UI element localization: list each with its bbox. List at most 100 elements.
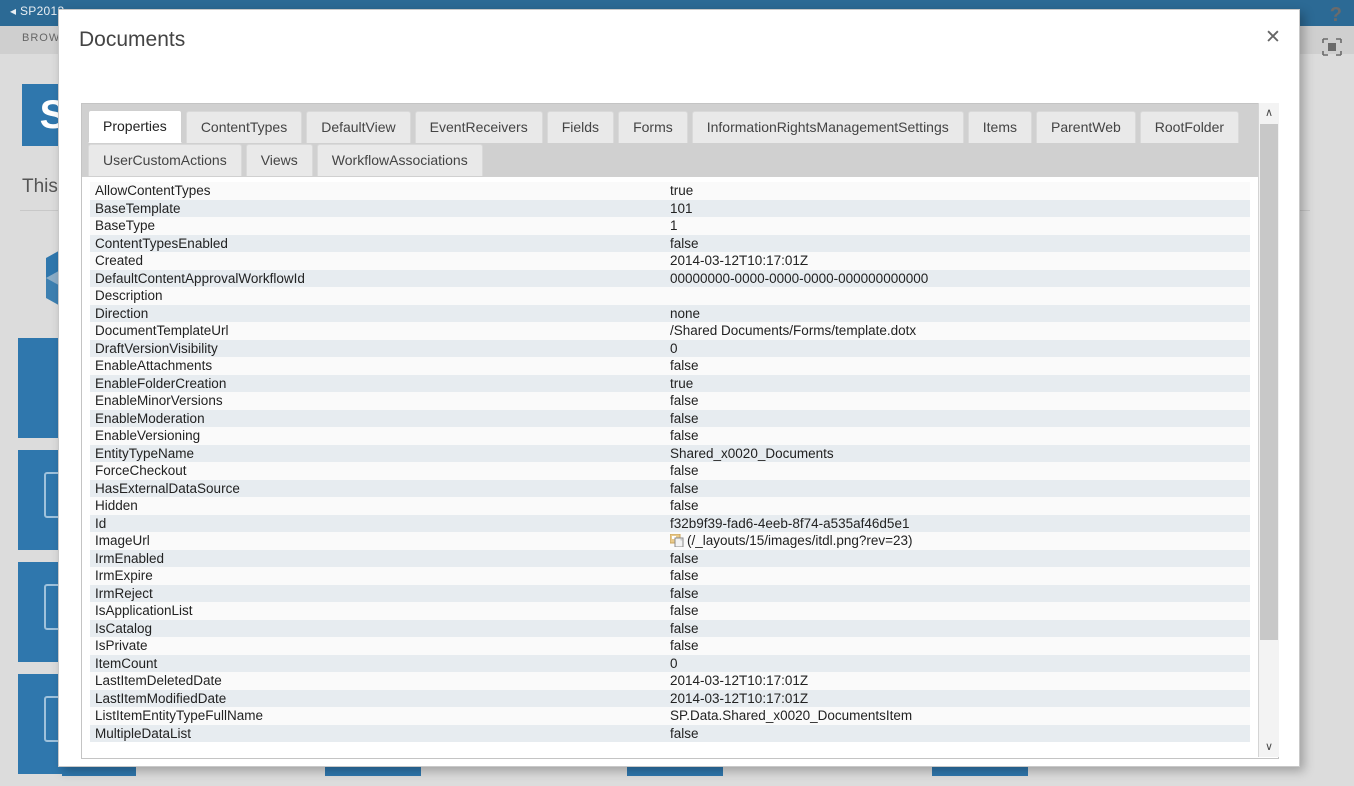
property-name: ForceCheckout bbox=[95, 463, 187, 478]
property-value: 101 bbox=[670, 200, 693, 216]
property-name: IsApplicationList bbox=[95, 603, 193, 618]
property-name: LastItemDeletedDate bbox=[95, 673, 222, 688]
back-arrow-icon: ◂ bbox=[10, 4, 17, 18]
property-name: HasExternalDataSource bbox=[95, 480, 240, 496]
table-row: IrmExpire false bbox=[90, 567, 1250, 585]
table-row: IsPrivate false bbox=[90, 637, 1250, 655]
property-value: false bbox=[670, 568, 699, 583]
property-name: IrmReject bbox=[95, 585, 153, 601]
documents-dialog: Documents ✕ Properties ContentTypes Defaul… bbox=[58, 9, 1300, 767]
tab-defaultview[interactable]: DefaultView bbox=[306, 111, 411, 143]
property-name: ListItemEntityTypeFullName bbox=[95, 708, 264, 723]
table-row: AllowContentTypes true bbox=[90, 182, 1250, 200]
property-value: 0 bbox=[670, 655, 678, 671]
table-row: EnableVersioning false bbox=[90, 427, 1250, 445]
property-value: false bbox=[670, 358, 699, 373]
tab-eventreceivers[interactable]: EventReceivers bbox=[414, 111, 543, 143]
table-row: DraftVersionVisibility 0 bbox=[90, 339, 1250, 357]
table-row: EnableModeration false bbox=[90, 409, 1250, 427]
property-value: none bbox=[670, 305, 701, 321]
property-value: 2014-03-12T10:17:01Z bbox=[670, 253, 809, 268]
property-name: LastItemModifiedDate bbox=[95, 690, 227, 706]
tab-strip: Properties ContentTypes DefaultView EventRe… bbox=[82, 104, 1278, 177]
scroll-up-arrow-icon[interactable]: ∧ bbox=[1259, 103, 1279, 123]
property-name: IrmEnabled bbox=[95, 550, 165, 566]
property-value-text: (/_layouts/15/images/itdl.png?rev=23) bbox=[687, 533, 913, 548]
table-row: ForceCheckout false bbox=[90, 462, 1250, 480]
property-value: false bbox=[670, 620, 699, 636]
property-value: 00000000-0000-0000-0000-000000000000 bbox=[670, 270, 929, 286]
table-row: IsCatalog false bbox=[90, 619, 1250, 637]
property-value: false bbox=[670, 480, 699, 496]
tab-usercustomactions[interactable]: UserCustomActions bbox=[88, 144, 242, 176]
table-row: ItemCount 0 bbox=[90, 654, 1250, 672]
property-value: 1 bbox=[670, 218, 678, 233]
suite-bar-site-link[interactable]: ◂ SP2013 bbox=[10, 4, 64, 18]
property-value: false bbox=[670, 603, 699, 618]
scrollbar-thumb[interactable] bbox=[1260, 124, 1278, 640]
property-name: Hidden bbox=[95, 498, 138, 513]
property-name: Created bbox=[95, 253, 144, 268]
property-value: 2014-03-12T10:17:01Z bbox=[670, 690, 809, 706]
property-name: EnableAttachments bbox=[95, 358, 213, 373]
tab-contenttypes[interactable]: ContentTypes bbox=[185, 111, 303, 143]
table-row: EnableAttachments false bbox=[90, 357, 1250, 375]
property-value: false bbox=[670, 585, 699, 601]
table-row: EntityTypeName Shared_x0020_Documents bbox=[90, 444, 1250, 462]
property-value bbox=[665, 287, 1250, 305]
table-row: ListItemEntityTypeFullName SP.Data.Shared… bbox=[90, 707, 1250, 725]
property-name: Direction bbox=[95, 305, 149, 321]
property-value: false bbox=[670, 725, 699, 741]
property-value: true bbox=[670, 375, 694, 391]
table-row: HasExternalDataSource false bbox=[90, 479, 1250, 497]
tab-workflowassociations[interactable]: WorkflowAssociations bbox=[316, 144, 483, 176]
property-value: f32b9f39-fad6-4eeb-8f74-a535af46d5e1 bbox=[670, 515, 910, 531]
footer-tile-1[interactable] bbox=[62, 766, 136, 776]
dialog-scrollbar[interactable]: ∧ ∨ bbox=[1258, 103, 1279, 757]
tab-properties[interactable]: Properties bbox=[88, 110, 182, 143]
table-row: MultipleDataList false bbox=[90, 724, 1250, 742]
property-name: Description bbox=[95, 288, 163, 303]
property-value: false bbox=[670, 550, 699, 566]
footer-tile-3[interactable] bbox=[627, 766, 723, 776]
property-name: ItemCount bbox=[95, 655, 158, 671]
table-row: IrmEnabled false bbox=[90, 549, 1250, 567]
close-icon[interactable]: ✕ bbox=[1257, 22, 1289, 54]
tab-informationrightsmanagementsettings[interactable]: InformationRightsManagementSettings bbox=[691, 111, 964, 143]
page-title: This bbox=[22, 176, 58, 197]
property-name: EnableFolderCreation bbox=[95, 375, 227, 391]
footer-tile-4[interactable] bbox=[932, 766, 1028, 776]
property-name: AllowContentTypes bbox=[95, 183, 211, 198]
property-name: ImageUrl bbox=[95, 533, 150, 548]
focus-on-content-icon[interactable] bbox=[1322, 38, 1342, 56]
property-name: EnableModeration bbox=[95, 410, 205, 426]
table-row: EnableFolderCreation true bbox=[90, 374, 1250, 392]
property-name: BaseType bbox=[95, 218, 156, 233]
property-name: EntityTypeName bbox=[95, 445, 195, 461]
property-name: IsPrivate bbox=[95, 638, 148, 653]
tab-rootfolder[interactable]: RootFolder bbox=[1139, 111, 1240, 143]
broken-image-icon bbox=[669, 533, 684, 548]
tab-items[interactable]: Items bbox=[967, 111, 1032, 143]
property-value: false bbox=[670, 393, 699, 408]
footer-tile-2[interactable] bbox=[325, 766, 421, 776]
scroll-down-arrow-icon[interactable]: ∨ bbox=[1259, 737, 1279, 757]
property-value: false bbox=[670, 235, 699, 251]
table-row: DefaultContentApprovalWorkflowId 00000000… bbox=[90, 269, 1250, 287]
property-name: BaseTemplate bbox=[95, 200, 181, 216]
tab-fields[interactable]: Fields bbox=[546, 111, 615, 143]
table-row: Id f32b9f39-fad6-4eeb-8f74-a535af46d5e1 bbox=[90, 514, 1250, 532]
property-value: false bbox=[670, 498, 699, 513]
properties-table: AllowContentTypes true BaseTemplate 101 Base… bbox=[90, 182, 1250, 742]
table-row: Direction none bbox=[90, 304, 1250, 322]
tab-forms[interactable]: Forms bbox=[618, 111, 688, 143]
property-value: /Shared Documents/Forms/template.dotx bbox=[670, 323, 917, 338]
table-row: Hidden false bbox=[90, 497, 1250, 515]
table-row: BaseTemplate 101 bbox=[90, 199, 1250, 217]
tab-parentweb[interactable]: ParentWeb bbox=[1036, 111, 1136, 143]
tab-views[interactable]: Views bbox=[245, 144, 313, 176]
table-row: EnableMinorVersions false bbox=[90, 392, 1250, 410]
property-name: IsCatalog bbox=[95, 620, 153, 636]
help-icon[interactable]: ? bbox=[1330, 4, 1342, 27]
table-row: ImageUrl (/_layouts/15/images/itdl.png?re… bbox=[90, 532, 1250, 550]
